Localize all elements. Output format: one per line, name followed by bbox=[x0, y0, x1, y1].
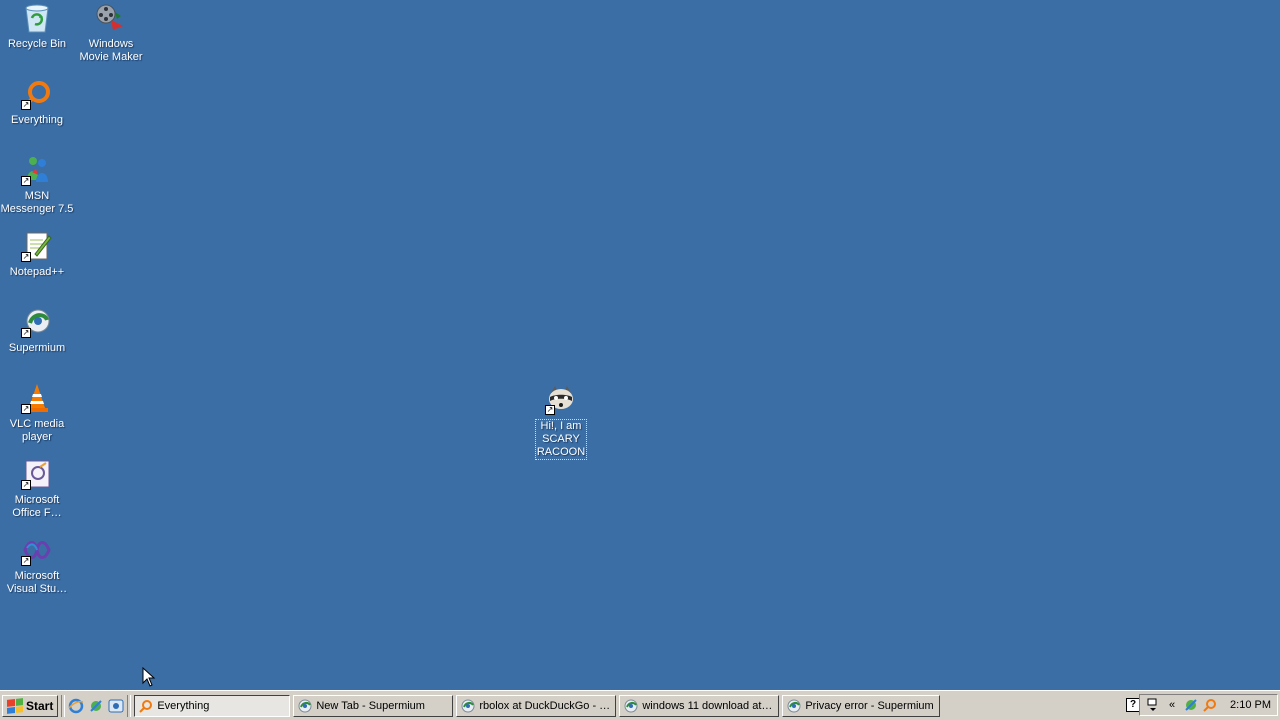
supermium-icon bbox=[624, 699, 638, 713]
desktop-icon-label: Microsoft Office F… bbox=[12, 494, 62, 519]
network-tray-icon[interactable] bbox=[1184, 698, 1198, 712]
desktop-icon-windows-movie-maker[interactable]: Windows Movie Maker bbox=[74, 2, 148, 64]
everything-icon: ↗ bbox=[21, 78, 53, 110]
desktop-icon-label: Windows Movie Maker bbox=[79, 38, 143, 63]
supermium-icon: ↗ bbox=[21, 306, 53, 338]
taskbar-button-duckduckgo[interactable]: rbolox at DuckDuckGo - … bbox=[456, 694, 617, 717]
recycle-bin-icon bbox=[21, 2, 53, 34]
taskbar-button-label: windows 11 download at… bbox=[642, 699, 773, 712]
help-icon[interactable]: ? bbox=[1126, 698, 1140, 712]
taskbar-button-windows-11-download[interactable]: windows 11 download at… bbox=[619, 694, 780, 717]
desktop-icon-recycle-bin[interactable]: Recycle Bin bbox=[0, 2, 74, 51]
desktop-icon-visual-studio[interactable]: ↗ Microsoft Visual Stu… bbox=[0, 534, 74, 596]
desktop-icon-label: MSN Messenger 7.5 bbox=[0, 190, 74, 215]
start-button[interactable]: Start bbox=[2, 694, 59, 717]
desktop-icon-label: Supermium bbox=[8, 342, 66, 354]
desktop-icon-label: Recycle Bin bbox=[7, 38, 67, 50]
tray-expand-button[interactable]: « bbox=[1165, 698, 1179, 712]
start-label: Start bbox=[26, 698, 54, 713]
taskbar-button-label: New Tab - Supermium bbox=[316, 699, 425, 712]
taskbar-button-label: Everything bbox=[157, 699, 210, 712]
taskbar-separator bbox=[127, 694, 132, 717]
taskbar-button-label: Privacy error - Supermium bbox=[805, 699, 934, 712]
supermium-icon bbox=[787, 699, 801, 713]
language-bar-icon[interactable] bbox=[1146, 698, 1160, 712]
windows-flag-icon bbox=[7, 697, 23, 714]
supermium-icon bbox=[298, 699, 312, 713]
taskbar-button-label: rbolox at DuckDuckGo - … bbox=[479, 699, 611, 712]
desktop-icon-label: Microsoft Visual Stu… bbox=[6, 570, 68, 595]
desktop-icon-vlc[interactable]: ↗ VLC media player bbox=[0, 382, 74, 444]
vlc-icon: ↗ bbox=[21, 382, 53, 414]
desktop-icon-label: VLC media player bbox=[9, 418, 65, 443]
taskbar-button-new-tab[interactable]: New Tab - Supermium bbox=[293, 694, 454, 717]
taskbar-button-everything[interactable]: Everything bbox=[134, 694, 291, 717]
desktop-icon-scary-racoon[interactable]: ↗ Hi!, I am SCARY RACOON bbox=[524, 383, 598, 460]
clock[interactable]: 2:10 PM bbox=[1230, 699, 1271, 711]
desktop-icon-supermium[interactable]: ↗ Supermium bbox=[0, 306, 74, 355]
desktop-icon-label: Notepad++ bbox=[9, 266, 65, 278]
everything-tray-icon[interactable] bbox=[1203, 698, 1217, 712]
everything-icon bbox=[139, 699, 153, 713]
desktop-icon-notepad-plus-plus[interactable]: ↗ Notepad++ bbox=[0, 230, 74, 279]
network-icon[interactable] bbox=[88, 698, 104, 714]
internet-explorer-icon[interactable] bbox=[68, 698, 84, 714]
desktop-icon-everything[interactable]: ↗ Everything bbox=[0, 78, 74, 127]
taskbar-button-privacy-error[interactable]: Privacy error - Supermium bbox=[782, 694, 941, 717]
mouse-cursor-icon bbox=[142, 666, 156, 692]
msn-messenger-icon: ↗ bbox=[21, 154, 53, 186]
desktop-icon-label: Hi!, I am SCARY RACOON bbox=[534, 419, 588, 460]
system-tray: « 2:10 PM bbox=[1139, 694, 1278, 716]
visual-studio-icon: ↗ bbox=[21, 534, 53, 566]
office-icon: ↗ bbox=[21, 458, 53, 490]
taskbar: Start Everything New Tab - Supermium rbo… bbox=[0, 690, 1280, 720]
raccoon-icon: ↗ bbox=[545, 383, 577, 415]
supermium-icon bbox=[461, 699, 475, 713]
desktop-icon-msn-messenger[interactable]: ↗ MSN Messenger 7.5 bbox=[0, 154, 74, 216]
movie-maker-icon bbox=[95, 2, 127, 34]
desktop-icon-label: Everything bbox=[11, 114, 63, 126]
outlook-express-icon[interactable] bbox=[108, 698, 124, 714]
taskbar-separator bbox=[61, 694, 66, 717]
desktop-icon-microsoft-office[interactable]: ↗ Microsoft Office F… bbox=[0, 458, 74, 520]
quick-launch bbox=[68, 698, 124, 714]
notepad-plus-plus-icon: ↗ bbox=[21, 230, 53, 262]
